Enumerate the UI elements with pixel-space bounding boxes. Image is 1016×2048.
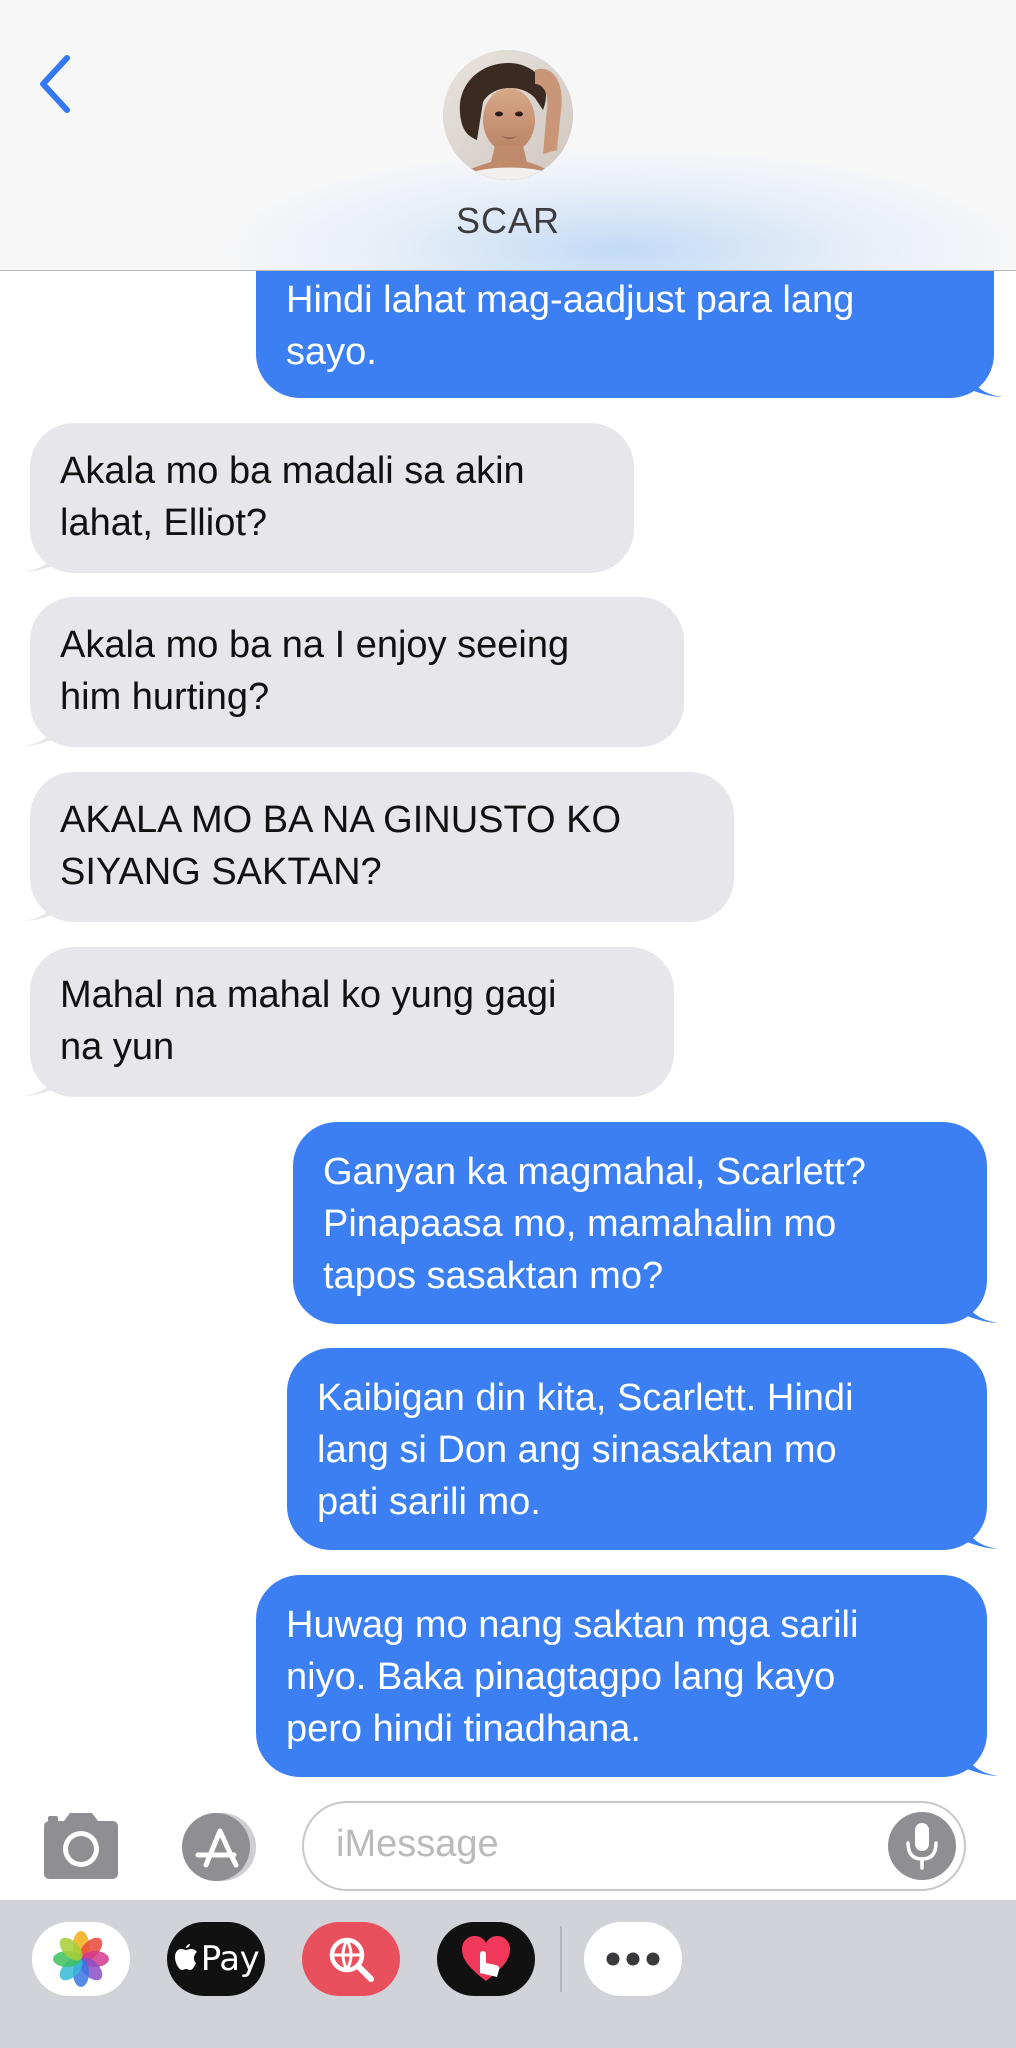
message-text: Ganyan ka magmahal, Scarlett? <box>323 1151 866 1193</box>
web-image-search-app-icon <box>329 1937 374 1982</box>
digital-touch-app-button[interactable] <box>437 1922 535 1996</box>
bubble-tail <box>24 541 60 572</box>
message-text: sayo. <box>286 331 377 373</box>
bubble-tail <box>24 715 60 746</box>
apple-logo-icon <box>174 1944 197 1970</box>
contact-avatar-photo <box>443 50 573 180</box>
message-text: Huwag mo nang saktan mga sarili <box>286 1604 859 1646</box>
digital-touch-app-icon <box>462 1936 510 1981</box>
message-bubble-incoming[interactable]: Mahal na mahal ko yung gagi na yun <box>30 947 674 1097</box>
message-text: AKALA MO BA NA GINUSTO KO <box>60 799 622 841</box>
conversation-header: SCAR <box>0 0 1016 271</box>
message-text: Hindi lahat mag-aadjust para lang <box>286 279 855 321</box>
message-text: lahat, Elliot? <box>60 502 268 544</box>
app-drawer-divider <box>560 1926 562 1992</box>
message-text: na yun <box>60 1026 175 1068</box>
bubble-tail <box>962 1518 998 1549</box>
apple-pay-label: Pay <box>200 1939 260 1979</box>
bubble-tail <box>962 1292 998 1323</box>
message-bubble-outgoing[interactable]: Ganyan ka magmahal, Scarlett? Pinapaasa … <box>293 1122 987 1324</box>
message-bubble-incoming[interactable]: AKALA MO BA NA GINUSTO KO SIYANG SAKTAN? <box>30 772 734 922</box>
apple-pay-app-button[interactable]: Pay <box>167 1922 265 1996</box>
message-text: pati sarili mo. <box>317 1481 541 1523</box>
message-bubble-incoming[interactable]: Akala mo ba madali sa akin lahat, Elliot… <box>30 423 634 573</box>
imessage-text-field[interactable]: iMessage <box>302 1801 966 1891</box>
contact-name[interactable]: SCAR <box>0 200 1016 242</box>
message-bubble-incoming[interactable]: Akala mo ba na I enjoy seeing him hurtin… <box>30 597 684 747</box>
dictation-button[interactable] <box>888 1812 956 1880</box>
message-bubble-outgoing[interactable]: Kaibigan din kita, Scarlett. Hindi lang … <box>287 1348 987 1550</box>
message-text: Kaibigan din kita, Scarlett. Hindi <box>317 1377 854 1419</box>
web-image-search-app-button[interactable] <box>302 1922 400 1996</box>
bubble-tail <box>962 1745 998 1776</box>
imessage-app-drawer: Pay <box>0 1900 1016 2048</box>
app-store-button[interactable] <box>172 1807 262 1885</box>
bubble-tail <box>24 890 60 921</box>
message-input-bar: iMessage <box>0 1795 1016 1900</box>
message-text: pero hindi tinadhana. <box>286 1708 641 1750</box>
chevron-left-icon <box>40 55 70 113</box>
message-text: him hurting? <box>60 676 270 718</box>
message-bubble-outgoing[interactable]: Huwag mo nang saktan mga sarili niyo. Ba… <box>256 1575 987 1777</box>
bubble-tail <box>966 366 1002 397</box>
message-text: Akala mo ba madali sa akin <box>60 450 525 492</box>
imessage-placeholder: iMessage <box>336 1823 499 1865</box>
message-text: tapos sasaktan mo? <box>323 1255 664 1297</box>
message-text: Mahal na mahal ko yung gagi <box>60 974 557 1016</box>
photos-app-icon <box>53 1931 109 1987</box>
bubble-tail <box>24 1065 60 1096</box>
message-text: Akala mo ba na I enjoy seeing <box>60 624 570 666</box>
more-apps-icon <box>606 1952 660 1966</box>
app-store-icon <box>182 1813 256 1881</box>
message-text: niyo. Baka pinagtagpo lang kayo <box>286 1656 836 1698</box>
camera-icon <box>44 1813 118 1879</box>
camera-button[interactable] <box>38 1807 124 1885</box>
message-text: SIYANG SAKTAN? <box>60 851 382 893</box>
microphone-icon <box>906 1823 938 1870</box>
back-button[interactable] <box>30 48 80 120</box>
message-text: lang si Don ang sinasaktan mo <box>317 1429 837 1471</box>
photos-app-button[interactable] <box>32 1922 130 1996</box>
more-apps-button[interactable] <box>584 1922 682 1996</box>
message-text: Pinapaasa mo, mamahalin mo <box>323 1203 837 1245</box>
contact-avatar[interactable] <box>443 50 573 180</box>
